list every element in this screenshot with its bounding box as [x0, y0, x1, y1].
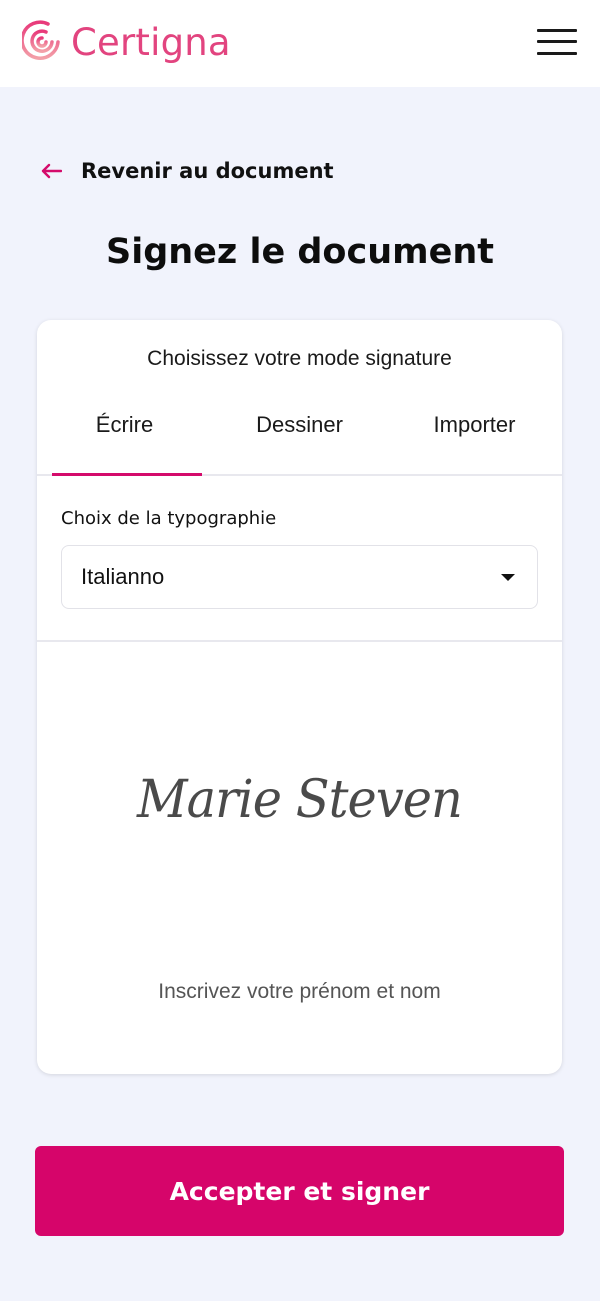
signature-preview: Marie Steven — [137, 770, 463, 830]
signature-card: Choisissez votre mode signature Écrire D… — [37, 320, 562, 1074]
hamburger-menu-icon[interactable] — [537, 27, 577, 57]
name-input[interactable] — [77, 980, 522, 1004]
signature-mode-tabs: Écrire Dessiner Importer — [37, 390, 562, 476]
tab-dessiner[interactable]: Dessiner — [212, 390, 387, 474]
signature-mode-prompt: Choisissez votre mode signature — [147, 347, 452, 370]
active-tab-indicator — [52, 473, 202, 476]
arrow-left-icon — [41, 163, 62, 179]
typography-selected-value: Italianno — [81, 564, 165, 589]
section-divider — [37, 640, 562, 642]
app-header: Certigna — [0, 0, 600, 87]
tab-label: Dessiner — [256, 412, 343, 437]
typography-label: Choix de la typographie — [61, 508, 277, 529]
back-link-label: Revenir au document — [81, 159, 334, 183]
tab-ecrire[interactable]: Écrire — [37, 390, 212, 476]
brand-name: Certigna — [71, 20, 231, 64]
tab-importer[interactable]: Importer — [387, 390, 562, 474]
accept-and-sign-button[interactable]: Accepter et signer — [35, 1146, 564, 1236]
caret-down-icon — [501, 574, 515, 581]
tab-label: Écrire — [95, 412, 154, 437]
certigna-logo-icon — [22, 20, 60, 60]
typography-select[interactable]: Italianno — [61, 545, 538, 609]
brand-logo[interactable]: Certigna — [22, 18, 231, 66]
page-title: Signez le document — [105, 232, 494, 272]
tab-label: Importer — [433, 412, 516, 437]
back-to-document-link[interactable]: Revenir au document — [40, 156, 334, 186]
